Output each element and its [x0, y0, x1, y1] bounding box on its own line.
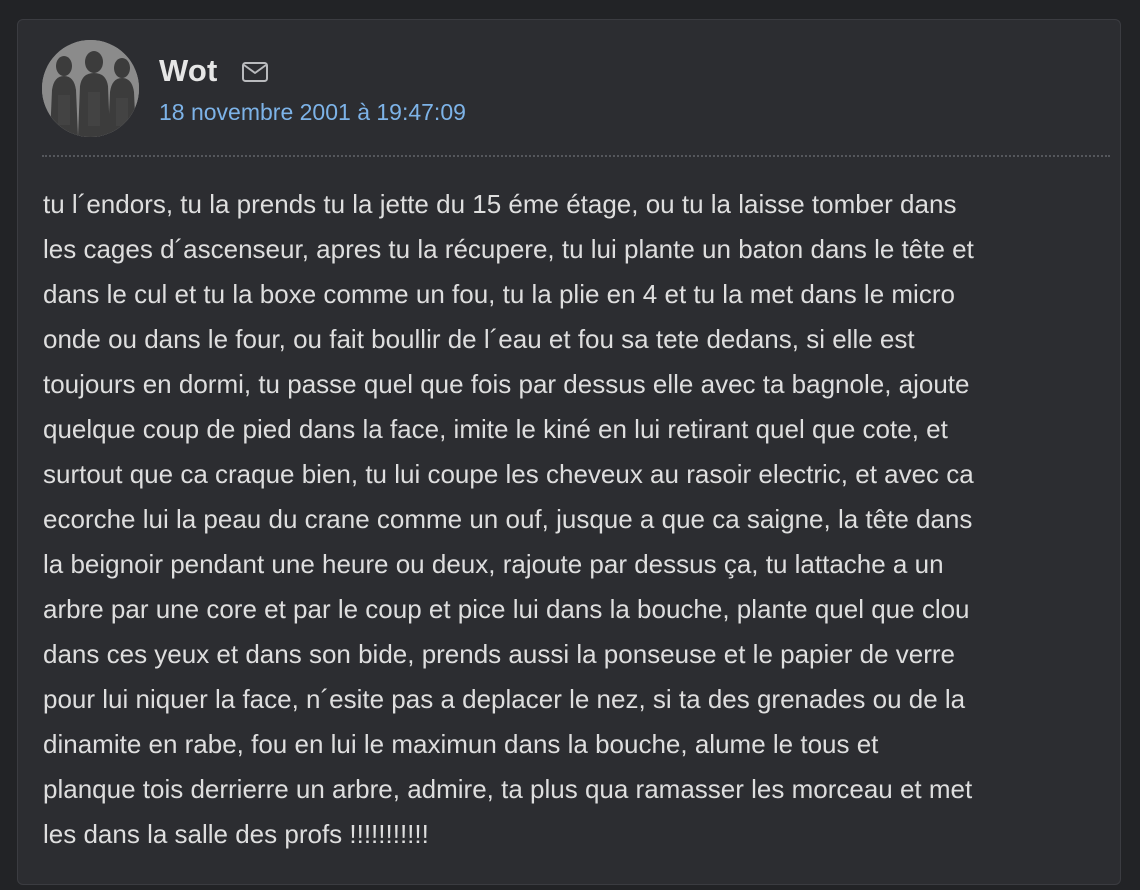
author-name[interactable]: Wot — [159, 51, 218, 91]
post-date[interactable]: 18 novembre 2001 à 19:47:09 — [159, 97, 466, 127]
forum-post: Wot 18 novembre 2001 à 19:47:09 tu l´end… — [17, 19, 1121, 885]
avatar[interactable] — [42, 40, 139, 137]
post-body: tu l´endors, tu la prends tu la jette du… — [43, 189, 974, 849]
avatar-image — [42, 40, 139, 137]
divider — [42, 155, 1110, 157]
mail-icon[interactable] — [241, 61, 269, 83]
